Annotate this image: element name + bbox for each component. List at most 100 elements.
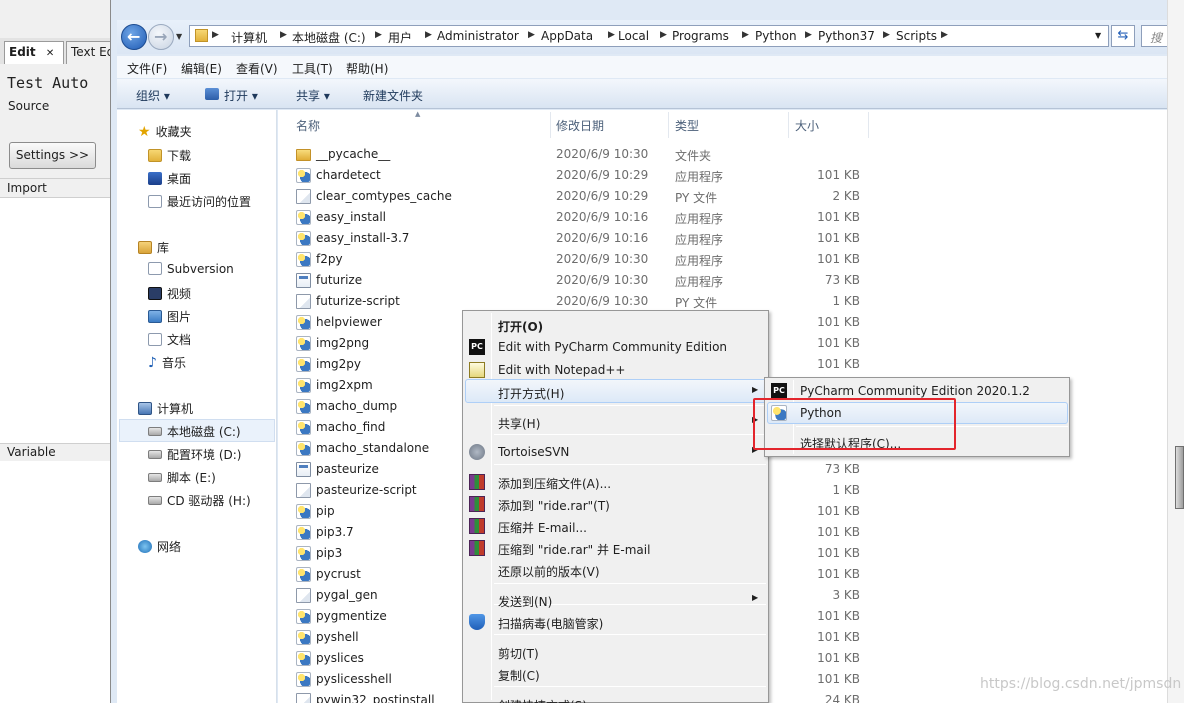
breadcrumb[interactable]: ▶ 计算机 ▶ 本地磁盘 (C:) ▶ 用户 ▶ Administrator ▶… — [189, 25, 1109, 47]
context-menu-item[interactable]: PC Edit with PyCharm Community Edition — [464, 336, 767, 358]
tab-close-icon[interactable]: ✕ — [46, 48, 54, 59]
breadcrumb-item[interactable]: Python — [755, 29, 797, 43]
file-name: macho_dump — [316, 399, 398, 413]
forward-button[interactable]: → — [148, 24, 174, 50]
context-menu-item[interactable]: 复制(C) — [464, 663, 767, 685]
file-row[interactable]: easy_install 2020/6/9 10:16 应用程序 101 KB — [296, 207, 876, 228]
import-table[interactable] — [0, 198, 110, 443]
nav-item-label: 视频 — [167, 287, 192, 301]
nav-item-subversion[interactable]: Subversion — [148, 262, 234, 276]
file-row[interactable]: futurize-script 2020/6/9 10:30 PY 文件 1 KB — [296, 291, 876, 312]
tab-text-edit[interactable]: Text Ed — [66, 41, 110, 64]
context-menu-item[interactable]: 创建快捷方式(S) — [464, 693, 767, 703]
context-menu-item[interactable]: 发送到(N) ▶ — [464, 589, 767, 611]
file-row[interactable]: chardetect 2020/6/9 10:29 应用程序 101 KB — [296, 165, 876, 186]
context-menu-item[interactable]: 扫描病毒(电脑管家) — [464, 611, 767, 633]
source-label: Source — [8, 99, 50, 113]
file-name: clear_comtypes_cache — [316, 189, 452, 203]
column-header-size[interactable]: 大小 — [795, 117, 819, 134]
back-button[interactable]: ← — [121, 24, 147, 50]
file-size: 2 KB — [832, 189, 860, 203]
nav-item-documents[interactable]: 文档 — [148, 331, 191, 348]
python-app-icon — [296, 336, 311, 351]
nav-drive-c[interactable]: 本地磁盘 (C:) — [148, 423, 241, 440]
nav-item-recent[interactable]: 最近访问的位置 — [148, 193, 251, 210]
menu-file[interactable]: 文件(F) — [127, 60, 167, 77]
nav-network[interactable]: 网络 — [138, 538, 181, 555]
column-header-type[interactable]: 类型 — [675, 117, 699, 134]
file-name: pasteurize — [316, 462, 379, 476]
menu-separator — [494, 405, 766, 406]
nav-item-downloads[interactable]: 下载 — [148, 147, 191, 164]
refresh-button[interactable]: ⇆ — [1111, 25, 1135, 47]
organize-button[interactable]: 组织 ▾ — [136, 87, 170, 104]
right-scrollbar[interactable] — [1167, 0, 1184, 703]
nav-drive-e[interactable]: 脚本 (E:) — [148, 469, 216, 486]
file-size: 101 KB — [817, 546, 860, 560]
nav-drive-h[interactable]: CD 驱动器 (H:) — [148, 492, 251, 509]
column-header-name[interactable]: 名称 — [296, 117, 320, 134]
file-date: 2020/6/9 10:29 — [556, 189, 649, 203]
file-row[interactable]: __pycache__ 2020/6/9 10:30 文件夹 — [296, 144, 876, 165]
context-menu-item[interactable]: 共享(H) ▶ — [464, 411, 767, 433]
context-menu-item[interactable]: 打开方式(H) ▶ — [464, 381, 767, 403]
menu-view[interactable]: 查看(V) — [236, 60, 278, 77]
open-button[interactable]: 打开 ▾ — [224, 87, 258, 104]
file-row[interactable]: f2py 2020/6/9 10:30 应用程序 101 KB — [296, 249, 876, 270]
tab-edit[interactable]: Edit ✕ — [4, 41, 64, 64]
breadcrumb-item[interactable]: Python37 — [818, 29, 875, 43]
share-button[interactable]: 共享 ▾ — [296, 87, 330, 104]
context-menu-item[interactable]: 剪切(T) — [464, 641, 767, 663]
nav-computer[interactable]: 计算机 — [138, 400, 193, 417]
file-row[interactable]: futurize 2020/6/9 10:30 应用程序 73 KB — [296, 270, 876, 291]
chevron-down-icon[interactable]: ▼ — [1095, 31, 1101, 40]
column-header-date[interactable]: 修改日期 — [556, 117, 604, 134]
context-menu-item[interactable]: 压缩并 E-mail... — [464, 515, 767, 537]
nav-drive-d[interactable]: 配置环境 (D:) — [148, 446, 241, 463]
context-menu-item[interactable]: 还原以前的版本(V) — [464, 559, 767, 581]
file-row[interactable]: clear_comtypes_cache 2020/6/9 10:29 PY 文件 2… — [296, 186, 876, 207]
history-dropdown-icon[interactable]: ▼ — [176, 32, 182, 41]
menu-bar: 文件(F) 编辑(E) 查看(V) 工具(T) 帮助(H) — [117, 56, 1167, 78]
breadcrumb-item[interactable]: Scripts — [896, 29, 937, 43]
context-menu-item[interactable]: 压缩到 "ride.rar" 并 E-mail — [464, 537, 767, 559]
breadcrumb-item[interactable]: Programs — [672, 29, 729, 43]
breadcrumb-item[interactable]: 计算机 — [231, 29, 267, 46]
nav-favorites[interactable]: ★ 收藏夹 — [138, 123, 192, 140]
file-type: PY 文件 — [675, 191, 718, 205]
nav-item-pictures[interactable]: 图片 — [148, 308, 191, 325]
breadcrumb-item[interactable]: Local — [618, 29, 649, 43]
column-divider[interactable] — [868, 112, 869, 138]
file-size: 101 KB — [817, 630, 860, 644]
file-size: 101 KB — [817, 525, 860, 539]
variable-header: Variable — [0, 443, 110, 461]
column-divider[interactable] — [668, 112, 669, 138]
context-menu-item[interactable]: 打开(O) — [464, 314, 767, 336]
context-menu-item[interactable]: Edit with Notepad++ — [464, 359, 767, 381]
nav-item-music[interactable]: ♪ 音乐 — [148, 354, 186, 371]
document-icon — [148, 333, 162, 346]
menu-tools[interactable]: 工具(T) — [292, 60, 333, 77]
breadcrumb-item[interactable]: Administrator — [437, 29, 519, 43]
new-folder-button[interactable]: 新建文件夹 — [363, 87, 423, 104]
nav-item-desktop[interactable]: 桌面 — [148, 170, 191, 187]
nav-item-videos[interactable]: 视频 — [148, 285, 191, 302]
menu-item-label: 压缩并 E-mail... — [498, 521, 587, 535]
variable-table[interactable] — [0, 461, 110, 703]
breadcrumb-item[interactable]: 用户 — [388, 29, 412, 46]
file-size: 1 KB — [832, 483, 860, 497]
python-app-icon — [296, 525, 311, 540]
breadcrumb-item[interactable]: 本地磁盘 (C:) — [292, 29, 366, 46]
column-divider[interactable] — [788, 112, 789, 138]
column-divider[interactable] — [550, 112, 551, 138]
settings-button[interactable]: Settings >> — [9, 142, 96, 169]
context-menu-item[interactable]: 添加到压缩文件(A)... — [464, 471, 767, 493]
scrollbar-thumb[interactable] — [1175, 446, 1184, 509]
context-menu-item[interactable]: 添加到 "ride.rar"(T) — [464, 493, 767, 515]
menu-help[interactable]: 帮助(H) — [346, 60, 388, 77]
nav-libraries[interactable]: 库 — [138, 239, 169, 256]
file-row[interactable]: easy_install-3.7 2020/6/9 10:16 应用程序 101 KB — [296, 228, 876, 249]
breadcrumb-item[interactable]: AppData — [541, 29, 593, 43]
context-menu-item[interactable]: TortoiseSVN ▶ — [464, 441, 767, 463]
menu-edit[interactable]: 编辑(E) — [181, 60, 222, 77]
